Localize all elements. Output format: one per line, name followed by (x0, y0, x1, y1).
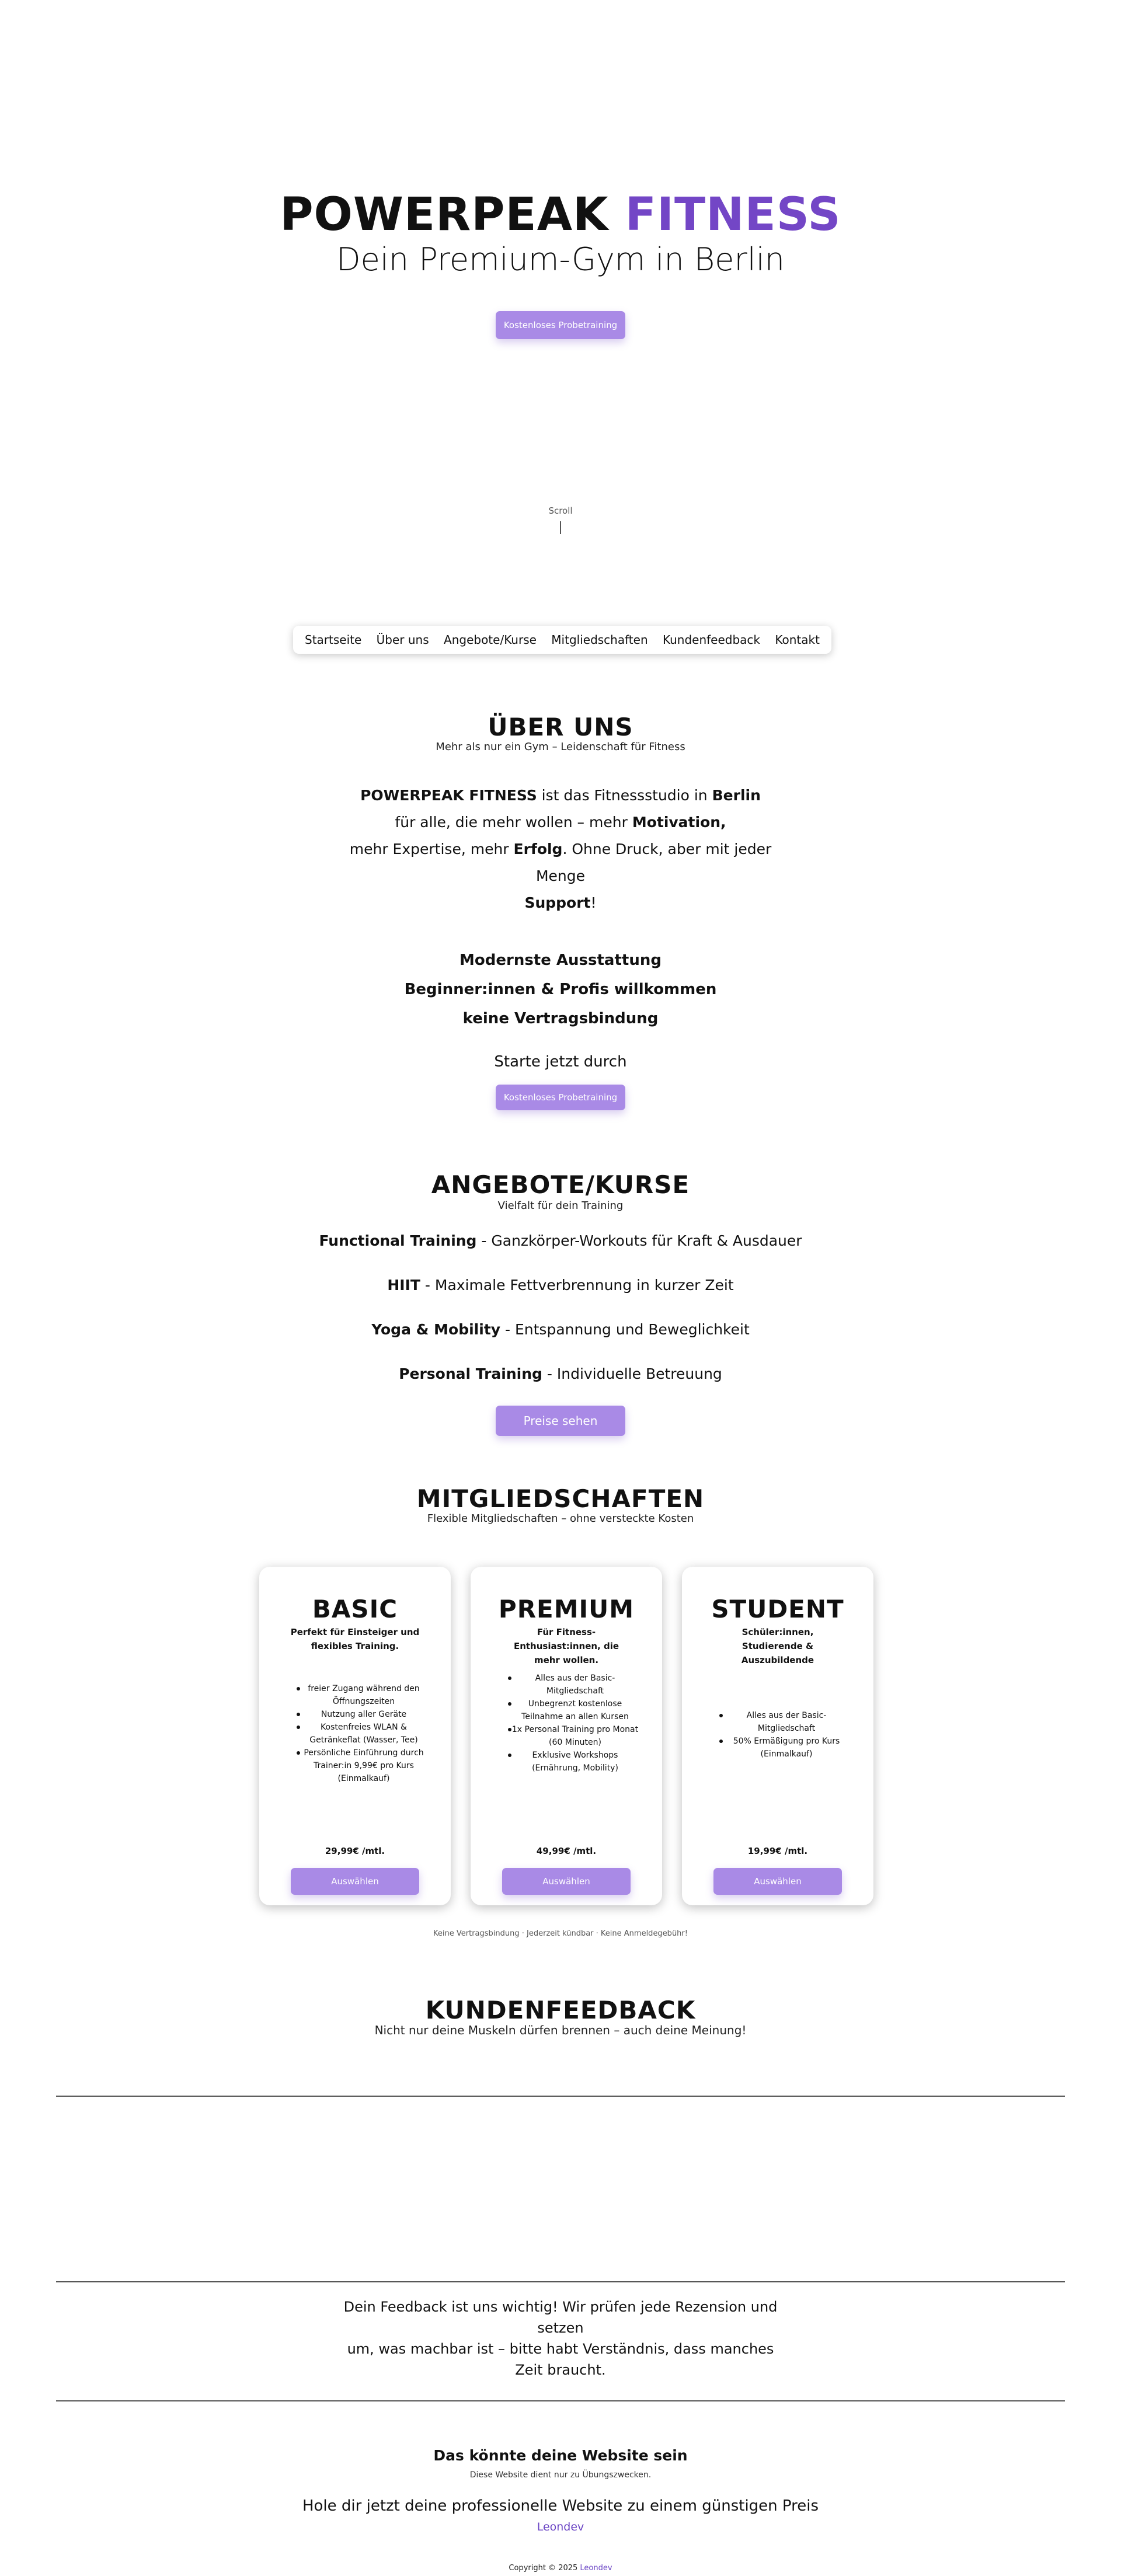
about-text-4: . Ohne Druck, aber mit jeder Menge (535, 841, 772, 884)
divider (56, 2400, 1065, 2401)
scroll-indicator (560, 521, 561, 534)
about-erfolg: Erfolg (513, 841, 563, 857)
plan-name: PREMIUM (498, 1595, 635, 1623)
copyright-link[interactable]: Leondev (580, 2564, 612, 2572)
hero-title-accent: FITNESS (625, 189, 841, 241)
plan-feature: 1x Personal Training pro Monat (60 Minut… (492, 1723, 641, 1749)
plan-card-premium: PREMIUM Für Fitness-Enthusiast:innen, di… (471, 1567, 662, 1905)
footer-subtitle: Diese Website dient nur zu Übungszwecken… (469, 2470, 652, 2480)
plan-desc: Schüler:innen, Studierende & Auszubilden… (741, 1627, 814, 1665)
memberships-subtitle: Flexible Mitgliedschaften – ohne verstec… (427, 1512, 694, 1525)
offer-item: HIIT - Maximale Fettverbrennung in kurze… (0, 1276, 1121, 1295)
free-trial-button[interactable]: Kostenloses Probetraining (496, 311, 625, 339)
divider (56, 2281, 1065, 2282)
select-premium-button[interactable]: Auswählen (502, 1868, 631, 1895)
feedback-note-line: Zeit braucht. (515, 2362, 606, 2378)
plan-price: 29,99€ /mtl. (325, 1846, 385, 1856)
plan-desc: Perfekt für Einsteiger und flexibles Tra… (290, 1627, 420, 1651)
footer-cta: Hole dir jetzt deine professionelle Webs… (302, 2497, 819, 2515)
plan-feature: freier Zugang während den Öffnungszeiten (280, 1682, 430, 1708)
nav-item-ueber-uns[interactable]: Über uns (371, 633, 435, 647)
copyright: Copyright © 2025 Leondev (0, 2564, 1121, 2572)
hero-title-main: POWERPEAK (280, 189, 609, 241)
nav-item-angebote[interactable]: Angebote/Kurse (438, 633, 542, 647)
about-motivation: Motivation, (632, 814, 726, 831)
about-text-3: mehr Expertise, mehr (349, 841, 514, 857)
copyright-text: Copyright © 2025 (509, 2564, 580, 2572)
nav-item-kundenfeedback[interactable]: Kundenfeedback (657, 633, 766, 647)
plan-feature: Persönliche Einführung durch Trainer:in … (280, 1747, 430, 1785)
plan-feature: Kostenfreies WLAN & Getränkeflat (Wasser… (280, 1721, 430, 1747)
about-text-5: ! (590, 894, 597, 911)
select-student-button[interactable]: Auswählen (713, 1868, 842, 1895)
feedback-subtitle: Nicht nur deine Muskeln dürfen brennen –… (374, 2023, 747, 2037)
offer-name: Personal Training (399, 1365, 542, 1382)
offer-name: Yoga & Mobility (371, 1321, 501, 1338)
about-free-trial-button[interactable]: Kostenloses Probetraining (496, 1085, 625, 1110)
about-text-1: ist das Fitnessstudio in (537, 787, 712, 804)
plan-feature: Exklusive Workshops (Ernährung, Mobility… (492, 1749, 641, 1775)
offer-name: Functional Training (319, 1232, 477, 1249)
plan-feature: Alles aus der Basic-Mitgliedschaft (703, 1709, 852, 1735)
main-nav: Startseite Über uns Angebote/Kurse Mitgl… (293, 626, 831, 654)
feature-list: Modernste Ausstattung Beginner:innen & P… (0, 946, 1121, 1033)
plan-card-student: STUDENT Schüler:innen, Studierende & Aus… (682, 1567, 873, 1905)
offer-desc: - Maximale Fettverbrennung in kurzer Zei… (420, 1277, 734, 1294)
about-title: ÜBER UNS (488, 713, 633, 741)
plan-features: Alles aus der Basic-Mitgliedschaft Unbeg… (492, 1672, 641, 1775)
feature-item: Modernste Ausstattung (459, 951, 662, 969)
feedback-title: KUNDENFEEDBACK (425, 1996, 696, 2024)
plan-feature: Unbegrenzt kostenlose Teilnahme an allen… (492, 1697, 641, 1723)
offer-desc: - Individuelle Betreuung (542, 1365, 722, 1382)
feedback-note-line: um, was machbar ist – bitte habt Verstän… (347, 2341, 774, 2357)
offer-name: HIIT (387, 1277, 420, 1294)
plan-card-basic: BASIC Perfekt für Einsteiger und flexibl… (259, 1567, 451, 1905)
offer-item: Yoga & Mobility - Entspannung und Bewegl… (0, 1320, 1121, 1339)
offer-item: Functional Training - Ganzkörper-Workout… (0, 1232, 1121, 1250)
select-basic-button[interactable]: Auswählen (291, 1868, 419, 1895)
plan-name: STUDENT (711, 1595, 844, 1623)
about-text: POWERPEAK FITNESS ist das Fitnessstudio … (327, 782, 794, 916)
nav-item-kontakt[interactable]: Kontakt (769, 633, 826, 647)
hero-title: POWERPEAK FITNESS (0, 188, 1121, 242)
about-cta-text: Starte jetzt durch (494, 1053, 627, 1071)
memberships-note: Keine Vertragsbindung · Jederzeit kündba… (433, 1929, 688, 1938)
offer-item: Personal Training - Individuelle Betreuu… (0, 1365, 1121, 1383)
footer-link-leondev[interactable]: Leondev (0, 2521, 1121, 2533)
offers-title: ANGEBOTE/KURSE (431, 1170, 690, 1199)
about-brand: POWERPEAK FITNESS (360, 787, 537, 804)
feature-item: keine Vertragsbindung (462, 1010, 659, 1027)
plan-desc: Für Fitness-Enthusiast:innen, die mehr w… (513, 1627, 619, 1665)
offer-desc: - Entspannung und Beweglichkeit (500, 1321, 750, 1338)
nav-item-mitgliedschaften[interactable]: Mitgliedschaften (545, 633, 653, 647)
plan-feature: 50% Ermäßigung pro Kurs (Einmalkauf) (703, 1735, 852, 1761)
nav-item-startseite[interactable]: Startseite (299, 633, 367, 647)
about-support: Support (524, 894, 591, 911)
see-prices-button[interactable]: Preise sehen (496, 1406, 625, 1436)
feedback-note-line: Dein Feedback ist uns wichtig! Wir prüfe… (343, 2299, 778, 2336)
feedback-note: Dein Feedback ist uns wichtig! Wir prüfe… (327, 2296, 794, 2380)
plan-feature: Nutzung aller Geräte (280, 1708, 430, 1721)
plan-name: BASIC (312, 1595, 398, 1623)
feature-item: Beginner:innen & Profis willkommen (404, 981, 717, 998)
plan-features: freier Zugang während den Öffnungszeiten… (280, 1682, 430, 1785)
memberships-title: MITGLIEDSCHAFTEN (416, 1484, 705, 1513)
about-city: Berlin (712, 787, 761, 804)
footer-title: Das könnte deine Website sein (433, 2447, 688, 2464)
plan-price: 49,99€ /mtl. (536, 1846, 597, 1856)
divider (56, 2096, 1065, 2097)
about-text-2: für alle, die mehr wollen – mehr (395, 814, 632, 831)
hero-subtitle: Dein Premium-Gym in Berlin (336, 241, 785, 278)
plan-price: 19,99€ /mtl. (747, 1846, 808, 1856)
offer-desc: - Ganzkörper-Workouts für Kraft & Ausdau… (476, 1232, 802, 1249)
offers-subtitle: Vielfalt für dein Training (497, 1200, 624, 1212)
scroll-label: Scroll (548, 506, 573, 516)
plan-feature: Alles aus der Basic-Mitgliedschaft (492, 1672, 641, 1697)
plan-features: Alles aus der Basic-Mitgliedschaft 50% E… (703, 1709, 852, 1761)
about-subtitle: Mehr als nur ein Gym – Leidenschaft für … (436, 741, 685, 753)
